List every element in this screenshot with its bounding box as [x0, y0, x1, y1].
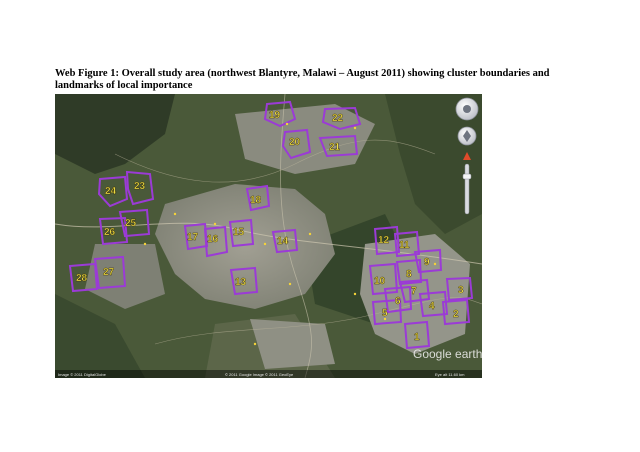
cluster-label-6[interactable]: 6 — [395, 296, 401, 307]
cluster-label-23[interactable]: 23 — [134, 181, 146, 192]
cluster-label-1[interactable]: 1 — [414, 332, 420, 343]
google-earth-watermark: Google earth — [413, 347, 482, 361]
cluster-label-7[interactable]: 7 — [411, 286, 417, 297]
cluster-label-15[interactable]: 15 — [233, 227, 245, 238]
zoom-slider-track[interactable] — [464, 163, 470, 215]
figure-caption: Web Figure 1: Overall study area (northw… — [55, 68, 595, 92]
cluster-label-16[interactable]: 16 — [207, 234, 219, 245]
caption-line-2: landmarks of local importance — [55, 80, 193, 91]
cluster-label-18[interactable]: 18 — [250, 195, 262, 206]
cluster-label-26[interactable]: 26 — [104, 227, 116, 238]
cluster-label-4[interactable]: 4 — [429, 301, 435, 312]
cluster-label-21[interactable]: 21 — [329, 142, 341, 153]
cluster-label-28[interactable]: 28 — [76, 273, 88, 284]
cluster-label-2[interactable]: 2 — [453, 309, 459, 320]
cluster-label-17[interactable]: 17 — [187, 232, 199, 243]
cluster-label-25[interactable]: 25 — [125, 218, 137, 229]
zoom-slider-handle[interactable] — [462, 173, 472, 180]
cluster-label-24[interactable]: 24 — [105, 186, 117, 197]
cluster-label-13[interactable]: 13 — [235, 277, 247, 288]
look-center-icon — [463, 105, 471, 113]
attribution-left: Image © 2011 DigitalGlobe — [58, 372, 107, 377]
cluster-label-19[interactable]: 19 — [269, 110, 281, 121]
cluster-label-27[interactable]: 27 — [103, 267, 115, 278]
satellite-map[interactable]: 19 22 20 21 24 23 18 25 26 17 16 15 14 1… — [55, 94, 482, 378]
caption-line-1: Web Figure 1: Overall study area (northw… — [55, 68, 550, 79]
cluster-label-12[interactable]: 12 — [378, 235, 390, 246]
cluster-label-11[interactable]: 11 — [399, 240, 410, 251]
cluster-label-8[interactable]: 8 — [406, 269, 412, 280]
cluster-label-9[interactable]: 9 — [424, 257, 430, 268]
cluster-label-14[interactable]: 14 — [277, 236, 289, 247]
attribution-mid: © 2011 Google Image © 2011 GeoEye — [225, 372, 294, 377]
cluster-label-3[interactable]: 3 — [458, 285, 464, 296]
attribution-right: Eye alt 11.60 km — [435, 372, 465, 377]
cluster-label-22[interactable]: 22 — [332, 113, 344, 124]
cluster-label-5[interactable]: 5 — [382, 308, 388, 319]
cluster-label-10[interactable]: 10 — [374, 276, 386, 287]
map-canvas: 19 22 20 21 24 23 18 25 26 17 16 15 14 1… — [55, 94, 482, 378]
cluster-label-20[interactable]: 20 — [289, 137, 301, 148]
